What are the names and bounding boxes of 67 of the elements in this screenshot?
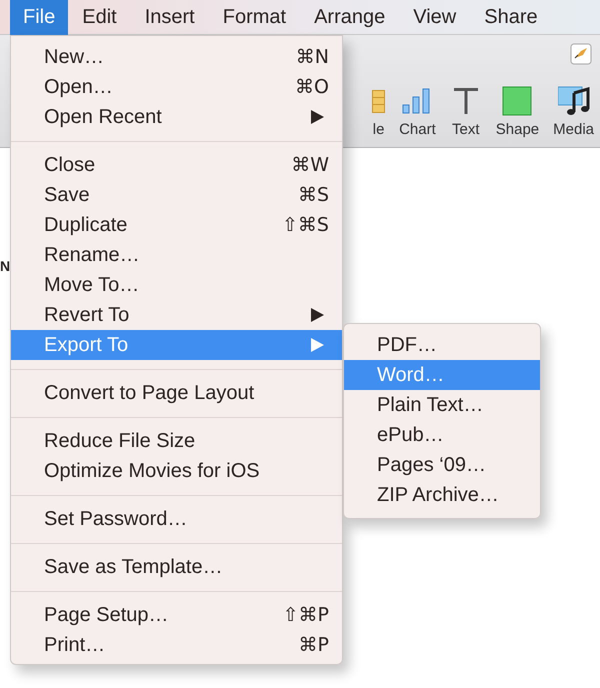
menu-item[interactable]: Rename… <box>11 240 342 270</box>
menu-item[interactable]: Pages ‘09… <box>344 450 540 480</box>
toolbar-label: le <box>372 121 384 138</box>
menu-item[interactable]: ePub… <box>344 420 540 450</box>
menu-item-label: Convert to Page Layout <box>44 382 254 404</box>
shortcut-label: ⌘P <box>298 633 329 658</box>
menu-item-label: Export To <box>44 334 128 356</box>
menu-item-label: Duplicate <box>44 214 128 236</box>
media-icon <box>558 85 590 117</box>
menu-item[interactable]: Revert To <box>11 300 342 330</box>
menu-item-label: Rename… <box>44 244 140 266</box>
menu-item[interactable]: Optimize Movies for iOS <box>11 456 342 486</box>
menu-title[interactable]: Insert <box>130 0 209 34</box>
menu-item[interactable]: Page Setup… ⇧⌘P <box>11 600 342 630</box>
toolbar-label: Chart <box>399 121 436 138</box>
toolbar-button[interactable]: Media <box>553 85 594 138</box>
menu-item[interactable]: Close ⌘W <box>11 150 342 180</box>
menu-item[interactable]: Plain Text… <box>344 390 540 420</box>
shortcut-label: ⇧⌘S <box>282 213 329 238</box>
shortcut-label: ⇧⌘P <box>282 603 329 628</box>
menu-item-label: Reduce File Size <box>44 430 196 452</box>
toolbar-label: Shape <box>496 121 540 138</box>
menu-item[interactable]: Open Recent <box>11 102 342 132</box>
menu-item[interactable]: Print… ⌘P <box>11 630 342 660</box>
menu-item[interactable]: Set Password… <box>11 504 342 534</box>
square-icon <box>501 85 534 117</box>
menu-item[interactable]: Convert to Page Layout <box>11 378 342 408</box>
toolbar-button[interactable]: Shape <box>496 85 540 138</box>
menu-item-label: New… <box>44 46 104 68</box>
menu-item[interactable]: Save as Template… <box>11 552 342 582</box>
menu-item[interactable]: Move To… <box>11 270 342 300</box>
brush-icon[interactable] <box>570 43 592 65</box>
shortcut-label: ⌘S <box>298 183 329 208</box>
menu-title[interactable]: File <box>10 0 68 34</box>
shortcut-label: ⌘W <box>291 153 329 178</box>
menu-item-label: Optimize Movies for iOS <box>44 460 260 482</box>
menu-item[interactable]: Open… ⌘O <box>11 72 342 102</box>
menu-item-label: Page Setup… <box>44 604 169 626</box>
toolbar-button[interactable]: Chart <box>399 85 436 138</box>
shortcut-label: ⌘N <box>296 45 329 70</box>
menu-title[interactable]: Edit <box>68 0 131 34</box>
toolbar-label: Media <box>553 121 594 138</box>
menu-title[interactable]: Share <box>470 0 552 34</box>
menu-item-label: Close <box>44 154 96 176</box>
menu-title[interactable]: View <box>399 0 470 34</box>
document-text: N <box>0 258 10 274</box>
menu-title[interactable]: Format <box>208 0 300 34</box>
menu-item[interactable]: New… ⌘N <box>11 42 342 72</box>
menu-item-label: Set Password… <box>44 508 188 530</box>
menu-item-label: Save <box>44 184 90 206</box>
menu-item-label: Revert To <box>44 304 130 326</box>
menu-item[interactable]: Reduce File Size <box>11 426 342 456</box>
menu-item[interactable]: ZIP Archive… <box>344 480 540 510</box>
menu-item-label: Move To… <box>44 274 140 296</box>
menu-item-label: Open Recent <box>44 106 162 128</box>
toolbar-label: Text <box>452 121 480 138</box>
toolbar-button[interactable]: le <box>372 85 386 138</box>
menu-item[interactable]: Duplicate ⇧⌘S <box>11 210 342 240</box>
menu-item-label: Print… <box>44 634 106 656</box>
menu-item-label: Open… <box>44 76 113 98</box>
table-icon <box>372 90 386 113</box>
menu-item[interactable]: Save ⌘S <box>11 180 342 210</box>
shortcut-label: ⌘O <box>295 75 329 100</box>
toolbar-button[interactable]: Text <box>450 85 482 138</box>
menu-item-label: Save as Template… <box>44 556 223 578</box>
menu-title[interactable]: Arrange <box>300 0 400 34</box>
menu-item[interactable]: PDF… <box>344 330 540 360</box>
